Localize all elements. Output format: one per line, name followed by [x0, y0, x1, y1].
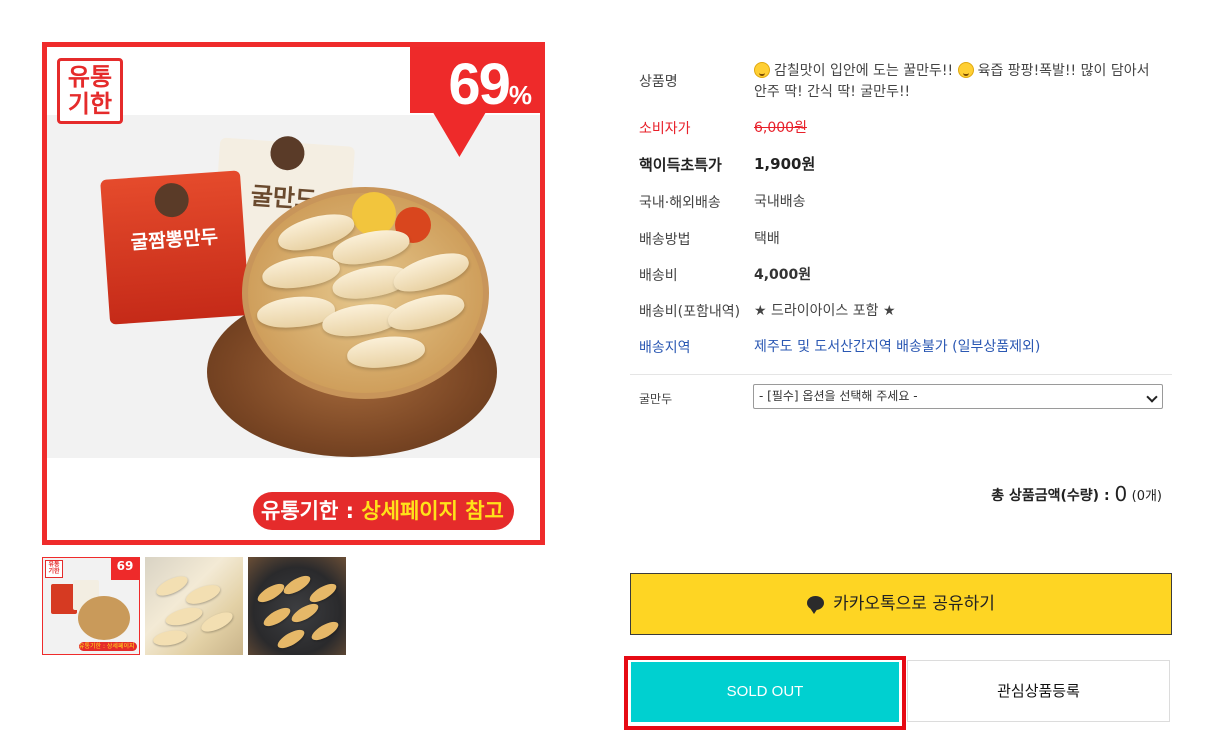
shipping-region-value: 제주도 및 도서산간지역 배송불가 (일부상품제외) [754, 339, 1041, 355]
total-amount: 총 상품금액(수량) : 0 (0개) [991, 482, 1162, 506]
total-amount-value: 0 [1114, 482, 1128, 506]
option-label: 굴만두 [639, 392, 673, 406]
divider [630, 374, 1172, 375]
sold-out-button[interactable]: SOLD OUT [631, 662, 899, 722]
option-selected-text: - [필수] 옵션을 선택해 주세요 - [759, 389, 918, 403]
row-label: 상품명 [639, 74, 678, 90]
expiry-stamp: 유통 기한 [57, 58, 123, 124]
row-label: 배송방법 [639, 232, 691, 248]
row-label: 핵이득초특가 [639, 156, 722, 174]
product-main-image: 유통 기한 69% 굴만드 굴짬뽕만두 유통기한 : 상세페이지 참고 [42, 42, 545, 545]
chevron-down-icon [1146, 391, 1158, 403]
shipping-fee-value: 4,000원 [754, 267, 812, 283]
kakao-chat-bubble-icon [807, 596, 825, 614]
expiry-ribbon: 유통기한 : 상세페이지 참고 [253, 492, 514, 530]
total-count: (0개) [1131, 489, 1162, 504]
row-label: 국내·해외배송 [639, 195, 721, 211]
smiley-emoji-icon [754, 62, 770, 78]
thumbnail-1[interactable]: 유통기한 69 유통기한 : 상세페이지 참고 [42, 557, 140, 655]
row-label: 배송지역 [639, 340, 691, 356]
product-name-value: 감칠맛이 입안에 도는 꿀만두!! 육즙 팡팡!폭발!! 많이 담아서 안주 딱… [754, 62, 1150, 100]
package-red: 굴짬뽕만두 [100, 170, 250, 325]
row-label: 소비자가 [639, 121, 691, 137]
shipping-method-value: 택배 [754, 231, 780, 247]
kakao-share-label: 카카오톡으로 공유하기 [833, 594, 995, 614]
row-label: 배송비(포함내역) [639, 304, 741, 320]
row-label: 배송비 [639, 268, 678, 284]
total-label: 총 상품금액(수량) : [991, 488, 1115, 504]
thumbnail-2[interactable] [145, 557, 243, 655]
wishlist-button[interactable]: 관심상품등록 [907, 660, 1170, 722]
shipping-includes-value: ★ 드라이아이스 포함 ★ [754, 303, 896, 319]
smiley-emoji-icon [957, 62, 974, 78]
shipping-scope-value: 국내배송 [754, 194, 806, 210]
thumb-discount-badge: 69 [111, 558, 139, 580]
option-select[interactable]: - [필수] 옵션을 선택해 주세요 - [753, 384, 1163, 409]
sale-price-value: 1,900원 [754, 155, 816, 173]
thumb-ribbon: 유통기한 : 상세페이지 참고 [79, 642, 137, 651]
kakao-share-button[interactable]: 카카오톡으로 공유하기 [630, 573, 1172, 635]
mini-expiry-stamp: 유통 기한 [45, 560, 63, 578]
consumer-price-value: 6,000원 [754, 120, 807, 136]
thumbnail-3[interactable] [248, 557, 346, 655]
discount-badge: 69% [448, 52, 532, 117]
